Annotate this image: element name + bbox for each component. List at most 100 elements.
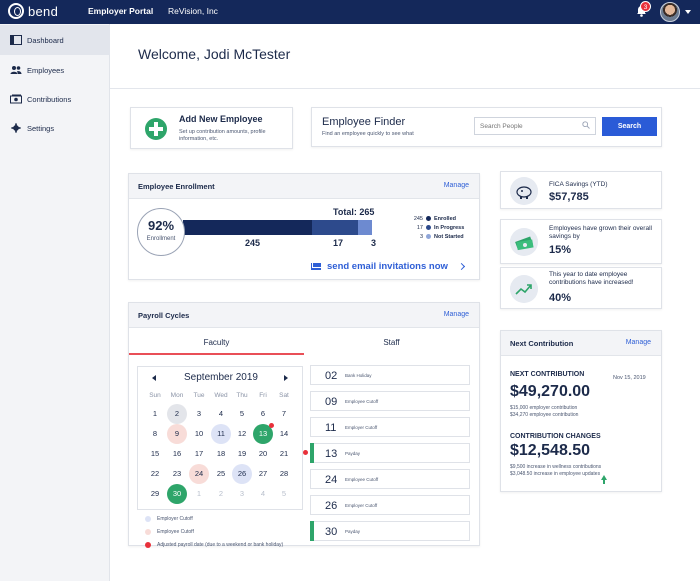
calendar-day[interactable]: 26 xyxy=(232,464,252,484)
legend-swatch xyxy=(145,529,151,535)
calendar-day: 2 xyxy=(218,489,224,498)
calendar: September 2019 Sun Mon Tue Wed Thu Fri Sat 1 2 3 4… xyxy=(137,366,303,510)
legend-label: In Progress xyxy=(434,224,465,231)
employer-portal-link[interactable]: Employer Portal xyxy=(88,6,153,16)
savings-value: 15% xyxy=(549,244,572,256)
sidebar-item-settings[interactable]: Settings xyxy=(0,113,110,143)
calendar-day[interactable]: 14 xyxy=(274,424,294,444)
next-contribution-manage-link[interactable]: Manage xyxy=(626,339,651,346)
calendar-day[interactable]: 4 xyxy=(211,404,231,424)
divider xyxy=(110,88,700,89)
next-contribution-date: Nov 15, 2019 xyxy=(613,375,646,381)
sidebar-item-contributions[interactable]: Contributions xyxy=(0,84,110,114)
legend-count: 245 xyxy=(413,215,423,222)
payroll-date-item[interactable]: 02 Bank Holiday xyxy=(310,365,470,385)
legend-label: Not Started xyxy=(434,233,464,240)
next-contribution-card: Next Contribution Manage NEXT CONTRIBUTI… xyxy=(500,330,662,492)
calendar-day[interactable]: 5 xyxy=(232,404,252,424)
contribution-growth-value: 40% xyxy=(549,292,572,304)
calendar-day[interactable]: 12 xyxy=(232,424,252,444)
next-contribution-amount: $49,270.00 xyxy=(510,383,591,400)
calendar-day[interactable]: 27 xyxy=(253,464,273,484)
fica-savings-card: FICA Savings (YTD) $57,785 xyxy=(500,171,662,209)
calendar-day[interactable]: 8 xyxy=(145,424,165,444)
payroll-date-item[interactable]: 24 Employee Cutoff xyxy=(310,469,470,489)
calendar-day: 3 xyxy=(239,489,245,498)
trend-up-icon xyxy=(510,275,538,303)
calendar-day[interactable]: 2 xyxy=(167,404,187,424)
tab-staff[interactable]: Staff xyxy=(304,330,479,355)
piggy-bank-icon xyxy=(510,177,538,205)
payroll-date-description: Payday xyxy=(345,451,361,456)
page-title: Welcome, Jodi McTester xyxy=(138,46,291,62)
calendar-day[interactable]: 22 xyxy=(145,464,165,484)
sidebar-item-label: Dashboard xyxy=(27,35,64,45)
chevron-down-icon[interactable] xyxy=(685,10,691,14)
calendar-day[interactable]: 25 xyxy=(211,464,231,484)
calendar-day[interactable]: 15 xyxy=(145,444,165,464)
send-invitations-link[interactable]: send email invitations now xyxy=(311,261,448,272)
enrollment-manage-link[interactable]: Manage xyxy=(444,182,469,189)
enrolled-bar-segment xyxy=(183,220,313,235)
notification-badge: 3 xyxy=(640,1,651,12)
payroll-manage-link[interactable]: Manage xyxy=(444,311,469,318)
bend-logo[interactable]: bend xyxy=(8,3,58,19)
add-employee-card[interactable]: Add New Employee Set up contribution amo… xyxy=(130,107,293,149)
calendar-day[interactable]: 7 xyxy=(274,404,294,424)
calendar-day[interactable]: 24 xyxy=(189,464,209,484)
payroll-date-item[interactable]: 13 Payday xyxy=(303,443,470,463)
contribution-detail: $15,000 employer contribution xyxy=(510,405,578,411)
payday-accent xyxy=(310,417,314,437)
sidebar-item-employees[interactable]: Employees xyxy=(0,55,110,85)
calendar-day[interactable]: 17 xyxy=(189,444,209,464)
calendar-day[interactable]: 11 xyxy=(211,424,231,444)
payroll-date: 24 xyxy=(325,474,338,486)
next-contribution-title: Next Contribution xyxy=(510,339,574,348)
company-name[interactable]: ReVision, Inc xyxy=(168,6,218,16)
calendar-day[interactable]: 21 xyxy=(274,444,294,464)
search-input[interactable] xyxy=(474,117,596,135)
calendar-day[interactable]: 16 xyxy=(167,444,187,464)
chevron-right-icon[interactable] xyxy=(457,262,466,271)
changes-detail: $9,500 increase in wellness contribution… xyxy=(510,464,602,470)
calendar-day[interactable]: 9 xyxy=(167,424,187,444)
calendar-day[interactable]: 29 xyxy=(145,484,165,504)
user-avatar[interactable] xyxy=(660,2,680,22)
tab-faculty[interactable]: Faculty xyxy=(129,330,304,355)
calendar-day[interactable]: 30 xyxy=(167,484,187,504)
payroll-date-item[interactable]: 09 Employee Cutoff xyxy=(310,391,470,411)
adjusted-date-dot xyxy=(303,450,308,455)
next-contribution-heading: NEXT CONTRIBUTION xyxy=(510,371,585,378)
adjusted-date-dot xyxy=(269,423,274,428)
calendar-day[interactable]: 19 xyxy=(232,444,252,464)
payday-accent xyxy=(310,469,314,489)
gear-icon xyxy=(11,123,21,133)
calendar-day[interactable]: 10 xyxy=(189,424,209,444)
enrollment-legend: 245 Enrolled 17 In Progress 3 Not Starte… xyxy=(409,214,464,241)
calendar-day[interactable]: 1 xyxy=(145,404,165,424)
calendar-day[interactable]: 6 xyxy=(253,404,273,424)
chevron-right-icon[interactable] xyxy=(284,375,288,381)
payroll-date-item[interactable]: 30 Payday xyxy=(310,521,470,541)
payroll-cycles-card: Payroll Cycles Manage Faculty Staff Sept… xyxy=(128,302,480,548)
card-header: Next Contribution Manage xyxy=(501,331,661,356)
calendar-day[interactable]: 28 xyxy=(274,464,294,484)
payroll-date: 26 xyxy=(325,500,338,512)
savings-growth-card: Employees have grown their overall savin… xyxy=(500,219,662,264)
calendar-legend-item: Adjusted payroll date (due to a weekend … xyxy=(145,542,283,548)
calendar-legend-item: Employer Cutoff xyxy=(145,516,193,522)
calendar-day[interactable]: 18 xyxy=(211,444,231,464)
search-button[interactable]: Search xyxy=(602,117,657,136)
enrollment-bar xyxy=(183,220,383,235)
plus-icon xyxy=(145,118,167,140)
calendar-day[interactable]: 20 xyxy=(253,444,273,464)
employee-enrollment-card: Employee Enrollment Manage 92% Enrollmen… xyxy=(128,173,480,280)
payroll-date-item[interactable]: 11 Employer Cutoff xyxy=(310,417,470,437)
calendar-day[interactable]: 3 xyxy=(189,404,209,424)
sidebar-item-dashboard[interactable]: Dashboard xyxy=(0,25,110,55)
calendar-day[interactable]: 23 xyxy=(167,464,187,484)
calendar-day: 1 xyxy=(196,489,202,498)
payday-accent xyxy=(310,443,314,463)
weekday-label: Wed xyxy=(214,392,228,399)
payroll-date-item[interactable]: 26 Employer Cutoff xyxy=(310,495,470,515)
